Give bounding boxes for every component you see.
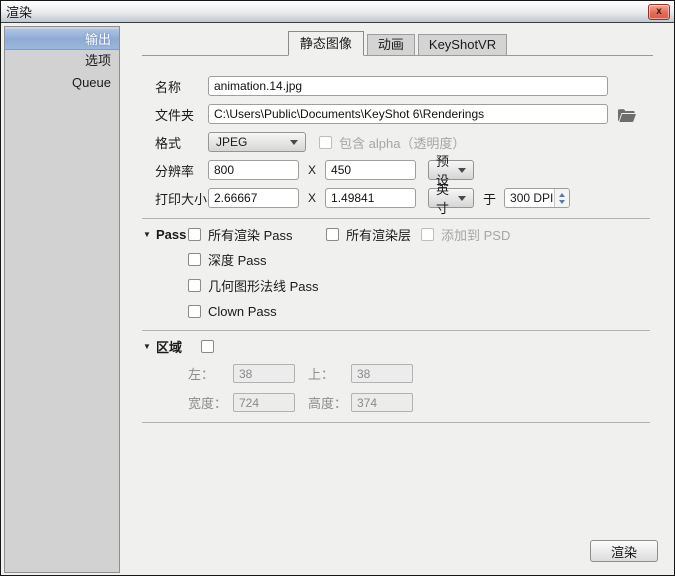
include-alpha-checkbox [319, 136, 332, 149]
output-form: 名称 文件夹 格式 [120, 76, 674, 423]
region-section-header-row: ▼ 区域 [143, 338, 674, 354]
dialog-body: 输出 选项 Queue 静态图像 动画 KeyShotVR 名称 文件夹 [1, 23, 674, 575]
tab-keyshotvr[interactable]: KeyShotVR [418, 34, 507, 55]
sidebar-item-options[interactable]: 选项 [5, 50, 119, 72]
pass-checkbox-clown: Clown Pass [188, 304, 674, 318]
format-selected-value: JPEG [216, 135, 247, 149]
region-width-label: 宽度： [188, 393, 233, 412]
collapse-triangle-icon[interactable]: ▼ [143, 230, 156, 239]
alpha-checkbox-group: 包含 alpha（透明度） [319, 133, 465, 152]
resolution-row: 分辨率 X 预设 [155, 160, 674, 180]
region-width-input [233, 393, 295, 412]
separator [142, 422, 650, 423]
clown-pass-label: Clown Pass [208, 304, 277, 319]
tab-still-image[interactable]: 静态图像 [288, 31, 364, 56]
pass-checkbox-all-render-layers: 所有渲染层 [326, 225, 421, 244]
format-row: 格式 JPEG 包含 alpha（透明度） [155, 132, 674, 152]
pass-checkbox-depth: 深度 Pass [188, 252, 674, 266]
include-alpha-label: 包含 alpha（透明度） [339, 133, 465, 152]
region-top-label: 上： [308, 364, 351, 383]
region-section-title: 区域 [156, 337, 193, 356]
at-label: 于 [483, 189, 496, 208]
pass-section-title: Pass [156, 227, 188, 242]
print-height-input[interactable] [325, 188, 416, 208]
pass-section-header-row: ▼ Pass 所有渲染 Pass 所有渲染层 添加到 PSD [143, 226, 674, 242]
region-height-input [351, 393, 413, 412]
depth-pass-label: 深度 Pass [208, 250, 267, 269]
region-left-input [233, 364, 295, 383]
print-size-row: 打印大小 X 英寸 于 300 DPI [155, 188, 674, 208]
all-render-layers-checkbox[interactable] [326, 228, 339, 241]
render-dialog-window: 渲染 x 输出 选项 Queue 静态图像 动画 KeyShotVR 名称 [0, 0, 675, 576]
sidebar-item-output[interactable]: 输出 [5, 28, 119, 50]
separator [142, 330, 650, 331]
resolution-label: 分辨率 [155, 161, 208, 180]
format-label: 格式 [155, 133, 208, 152]
close-icon: x [656, 6, 662, 17]
separator [142, 218, 650, 219]
geometry-normals-pass-checkbox[interactable] [188, 279, 201, 292]
all-render-passes-checkbox[interactable] [188, 228, 201, 241]
resolution-times-label: X [308, 163, 316, 177]
clown-pass-checkbox[interactable] [188, 305, 201, 318]
format-dropdown[interactable]: JPEG [208, 132, 306, 152]
tab-animation[interactable]: 动画 [367, 34, 415, 55]
folder-icon [617, 108, 637, 123]
all-render-passes-label: 所有渲染 Pass [208, 225, 293, 244]
all-render-layers-label: 所有渲染层 [346, 225, 411, 244]
folder-input[interactable] [208, 104, 608, 124]
resolution-height-input[interactable] [325, 160, 416, 180]
print-width-input[interactable] [208, 188, 299, 208]
dropdown-arrow-icon [458, 168, 466, 173]
tab-bar: 静态图像 动画 KeyShotVR [142, 30, 653, 56]
print-size-label: 打印大小 [155, 189, 208, 208]
name-row: 名称 [155, 76, 674, 96]
region-row-2: 宽度： 高度： [188, 393, 674, 412]
name-label: 名称 [155, 77, 208, 96]
dropdown-arrow-icon [458, 196, 466, 201]
spinner-down-icon[interactable] [559, 200, 565, 204]
depth-pass-checkbox[interactable] [188, 253, 201, 266]
spinner-up-icon[interactable] [559, 193, 565, 197]
folder-label: 文件夹 [155, 105, 208, 124]
window-title: 渲染 [6, 2, 32, 21]
preset-dropdown[interactable]: 预设 [428, 160, 474, 180]
unit-dropdown[interactable]: 英寸 [428, 188, 474, 208]
region-top-input [351, 364, 413, 383]
pass-checkbox-normals: 几何图形法线 Pass [188, 278, 674, 292]
unit-dropdown-label: 英寸 [436, 179, 452, 217]
geometry-normals-pass-label: 几何图形法线 Pass [208, 276, 319, 295]
dpi-spinner: 300 DPI [504, 188, 570, 208]
region-enable-checkbox[interactable] [201, 340, 214, 353]
print-times-label: X [308, 191, 316, 205]
main-panel: 静态图像 动画 KeyShotVR 名称 文件夹 [120, 23, 674, 575]
title-bar: 渲染 x [1, 1, 674, 23]
region-row-1: 左： 上： [188, 364, 674, 383]
dpi-spinner-buttons[interactable] [554, 189, 569, 207]
render-button[interactable]: 渲染 [590, 540, 658, 562]
add-to-psd-label: 添加到 PSD [441, 225, 510, 244]
region-left-label: 左： [188, 364, 233, 383]
dropdown-arrow-icon [290, 140, 298, 145]
add-to-psd-checkbox [421, 228, 434, 241]
collapse-triangle-icon[interactable]: ▼ [143, 342, 156, 351]
sidebar-item-queue[interactable]: Queue [5, 72, 119, 94]
region-height-label: 高度： [308, 393, 351, 412]
pass-checkbox-add-to-psd: 添加到 PSD [421, 225, 510, 244]
resolution-width-input[interactable] [208, 160, 299, 180]
folder-row: 文件夹 [155, 104, 674, 124]
pass-checkbox-all-render-passes: 所有渲染 Pass [188, 225, 326, 244]
browse-folder-button[interactable] [617, 105, 639, 123]
close-button[interactable]: x [648, 4, 670, 20]
name-input[interactable] [208, 76, 608, 96]
sidebar: 输出 选项 Queue [4, 26, 120, 573]
dpi-value[interactable]: 300 DPI [505, 189, 554, 207]
